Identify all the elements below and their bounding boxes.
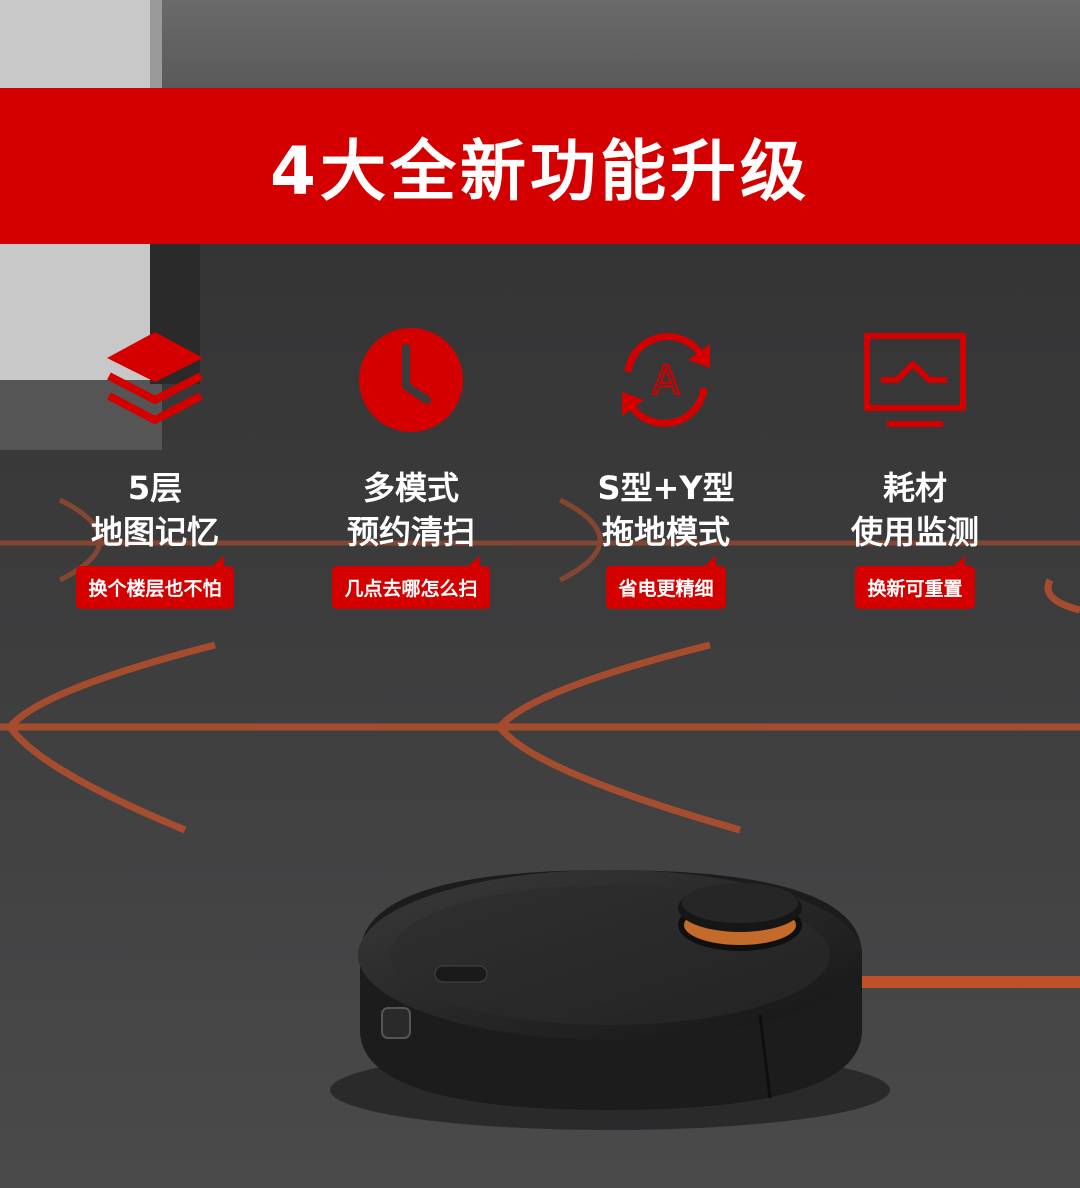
banner-title: 4大全新功能升级 (270, 133, 810, 210)
feature-list: 5层 地图记忆 换个楼层也不怕 多模式 预约清扫 几点去哪怎么扫 A S型+Y型… (0, 320, 1080, 620)
feature-title: S型+Y型 拖地模式 (546, 466, 786, 554)
feature-title-line1: 5层 (127, 469, 183, 507)
feature-title: 耗材 使用监测 (795, 466, 1035, 554)
feature-title-line2: 拖地模式 (601, 513, 730, 551)
monitor-icon (864, 333, 966, 427)
feature-title: 多模式 预约清扫 (291, 466, 531, 554)
mode-switch-icon: A (622, 333, 710, 427)
feature-title-line1: 耗材 (882, 469, 947, 507)
feature-title-line2: 预约清扫 (346, 513, 475, 551)
feature-mopping-mode: A S型+Y型 拖地模式 省电更精细 (546, 320, 786, 609)
feature-title-line1: 多模式 (362, 469, 459, 507)
svg-text:A: A (652, 358, 680, 404)
feature-consumable-monitor: 耗材 使用监测 换新可重置 (795, 320, 1035, 609)
feature-scheduled-cleaning: 多模式 预约清扫 几点去哪怎么扫 (291, 320, 531, 609)
feature-title-line1: S型+Y型 (597, 469, 735, 507)
feature-title-line2: 地图记忆 (90, 513, 219, 551)
feature-tag: 换个楼层也不怕 (76, 556, 234, 609)
feature-title-line2: 使用监测 (850, 513, 979, 551)
header-banner: 4大全新功能升级 (0, 88, 1080, 244)
feature-tag: 省电更精细 (606, 556, 726, 609)
feature-title: 5层 地图记忆 (35, 466, 275, 554)
clock-icon (359, 328, 463, 432)
feature-tag: 几点去哪怎么扫 (332, 556, 490, 609)
feature-map-memory: 5层 地图记忆 换个楼层也不怕 (35, 320, 275, 609)
layers-icon (107, 332, 203, 424)
feature-tag: 换新可重置 (855, 556, 975, 609)
